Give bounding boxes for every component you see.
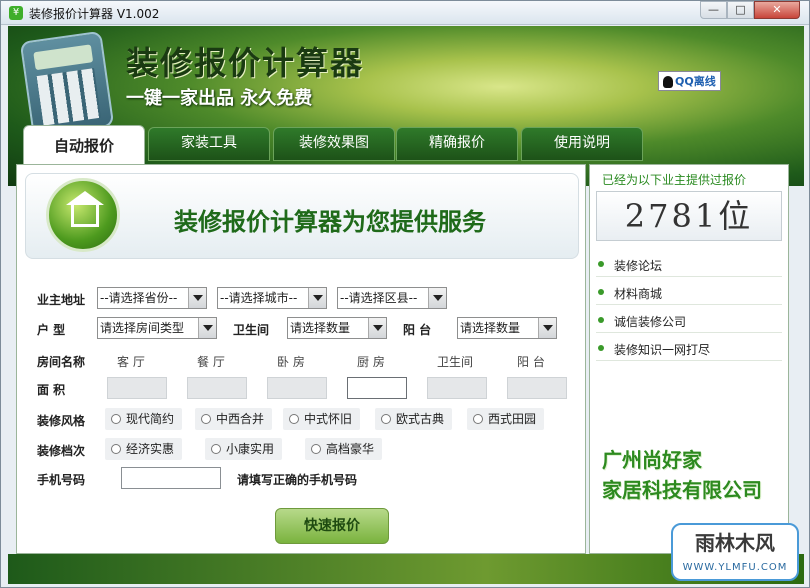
chevron-down-icon	[188, 288, 206, 308]
radio-icon	[111, 414, 121, 424]
chevron-down-icon	[538, 318, 556, 338]
layout-row: 户 型 请选择房间类型 卫生间 请选择数量 阳 台 请选择数量	[37, 317, 577, 341]
room-kitchen: 厨 房	[357, 355, 385, 369]
radio-icon	[289, 414, 299, 424]
area-row: 面 积	[37, 377, 577, 401]
address-label: 业主地址	[37, 293, 86, 307]
province-select[interactable]: --请选择省份--	[97, 287, 207, 309]
tab-instructions[interactable]: 使用说明	[521, 127, 643, 161]
kitchen-area-input[interactable]	[347, 377, 407, 399]
radio-icon	[201, 414, 211, 424]
balcony-area-input[interactable]	[507, 377, 567, 399]
company-name: 广州尚好家 家居科技有限公司	[602, 448, 762, 502]
style-option-fusion[interactable]: 中西合并	[195, 408, 273, 430]
radio-icon	[111, 444, 121, 454]
qq-status-label: QQ离线	[675, 75, 716, 88]
phone-row: 手机号码 请填写正确的手机号码	[37, 467, 577, 491]
style-option-chinese[interactable]: 中式怀旧	[283, 408, 361, 430]
maximize-button[interactable]: □	[727, 1, 754, 19]
link-trusted-companies[interactable]: 诚信装修公司	[596, 309, 782, 333]
balcony-label: 阳 台	[403, 323, 432, 337]
tab-home-tools[interactable]: 家装工具	[148, 127, 270, 161]
chevron-down-icon	[368, 318, 386, 338]
app-icon: ¥	[9, 6, 23, 20]
area-label: 面 积	[37, 383, 66, 397]
city-select[interactable]: --请选择城市--	[217, 287, 327, 309]
service-text: 装修报价计算器为您提供服务	[174, 208, 486, 236]
grade-row: 装修档次 经济实惠 小康实用 高档豪华	[37, 438, 577, 462]
close-button[interactable]: ✕	[754, 1, 800, 19]
watermark-url: WWW.YLMFU.COM	[682, 562, 788, 573]
style-row: 装修风格 现代简约 中西合并 中式怀旧 欧式古典 西式田园	[37, 408, 577, 432]
grade-label: 装修档次	[37, 444, 86, 458]
grade-option-standard[interactable]: 小康实用	[205, 438, 283, 460]
brand-title: 装修报价计算器	[126, 44, 365, 82]
phone-label: 手机号码	[37, 473, 86, 487]
service-banner: 装修报价计算器为您提供服务	[25, 173, 579, 259]
style-option-modern[interactable]: 现代简约	[105, 408, 183, 430]
radio-icon	[311, 444, 321, 454]
address-row: 业主地址 --请选择省份-- --请选择城市-- --请选择区县--	[37, 287, 577, 311]
style-option-pastoral[interactable]: 西式田园	[467, 408, 545, 430]
bathroom-count-select[interactable]: 请选择数量	[287, 317, 387, 339]
link-forum[interactable]: 装修论坛	[596, 253, 782, 277]
room-type-select[interactable]: 请选择房间类型	[97, 317, 217, 339]
room-living: 客 厅	[117, 355, 145, 369]
minimize-button[interactable]: —	[700, 1, 727, 19]
window-title: 装修报价计算器 V1.002	[29, 7, 160, 21]
chevron-down-icon	[198, 318, 216, 338]
room-dining: 餐 厅	[197, 355, 225, 369]
watermark-title: 雨林木风	[695, 531, 775, 555]
chevron-down-icon	[428, 288, 446, 308]
quick-quote-button[interactable]: 快速报价	[275, 508, 389, 544]
chevron-down-icon	[308, 288, 326, 308]
qq-penguin-icon	[663, 76, 673, 88]
bullet-icon	[598, 261, 604, 267]
style-label: 装修风格	[37, 414, 86, 428]
district-select[interactable]: --请选择区县--	[337, 287, 447, 309]
brand-slogan: 一键一家出品 永久免费	[126, 88, 313, 109]
balcony-count-select[interactable]: 请选择数量	[457, 317, 557, 339]
radio-icon	[211, 444, 221, 454]
bathroom-area-input[interactable]	[427, 377, 487, 399]
layout-label: 户 型	[37, 323, 66, 337]
served-counter: 2781位	[596, 191, 782, 241]
link-knowledge[interactable]: 装修知识一网打尽	[596, 337, 782, 361]
bedroom-area-input[interactable]	[267, 377, 327, 399]
dining-area-input[interactable]	[187, 377, 247, 399]
room-bedroom: 卧 房	[277, 355, 305, 369]
phone-input[interactable]	[121, 467, 221, 489]
link-materials-mall[interactable]: 材料商城	[596, 281, 782, 305]
room-names-row: 房间名称 客 厅 餐 厅 卧 房 厨 房 卫生间 阳 台	[37, 349, 577, 373]
grade-option-economy[interactable]: 经济实惠	[105, 438, 183, 460]
bullet-icon	[598, 289, 604, 295]
app-window: ¥ 装修报价计算器 V1.002 — □ ✕ 装修报价计算器 一键一家出品 永久…	[0, 0, 810, 588]
watermark-logo: 雨林木风 WWW.YLMFU.COM	[671, 523, 799, 581]
tab-precise-quote[interactable]: 精确报价	[396, 127, 518, 161]
radio-icon	[473, 414, 483, 424]
calculator-icon	[19, 30, 115, 138]
radio-icon	[381, 414, 391, 424]
room-balcony: 阳 台	[517, 355, 545, 369]
bullet-icon	[598, 345, 604, 351]
quote-form-panel: 装修报价计算器为您提供服务 业主地址 --请选择省份-- --请选择城市-- -…	[16, 164, 586, 554]
info-sidebar: 已经为以下业主提供过报价 2781位 装修论坛 材料商城 诚信装修公司 装修知识…	[589, 164, 789, 554]
qq-status-button[interactable]: QQ离线	[658, 71, 721, 91]
living-area-input[interactable]	[107, 377, 167, 399]
room-bathroom: 卫生间	[437, 355, 474, 369]
bathroom-label: 卫生间	[233, 323, 270, 337]
tab-auto-quote[interactable]: 自动报价	[23, 125, 145, 165]
served-caption: 已经为以下业主提供过报价	[602, 173, 747, 187]
room-names-label: 房间名称	[37, 355, 86, 369]
tab-renderings[interactable]: 装修效果图	[273, 127, 395, 161]
bullet-icon	[598, 317, 604, 323]
title-bar: ¥ 装修报价计算器 V1.002 — □ ✕	[1, 1, 809, 25]
home-icon	[46, 178, 120, 252]
phone-hint: 请填写正确的手机号码	[237, 473, 358, 487]
style-option-european[interactable]: 欧式古典	[375, 408, 453, 430]
grade-option-luxury[interactable]: 高档豪华	[305, 438, 383, 460]
